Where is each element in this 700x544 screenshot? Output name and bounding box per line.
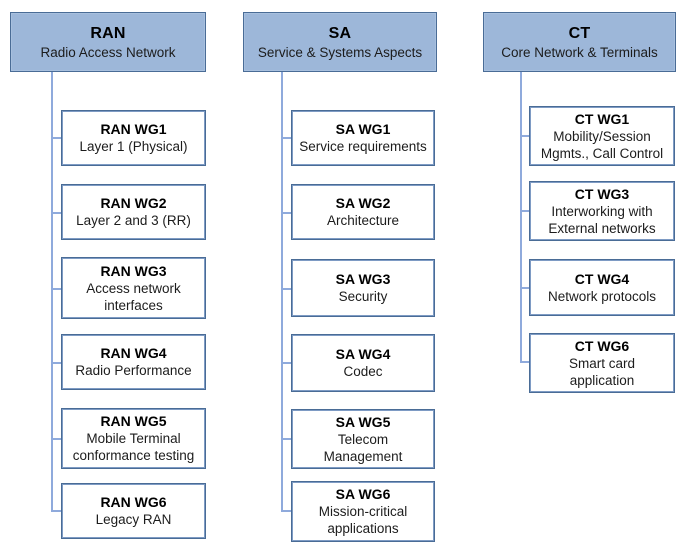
header-box-ct[interactable]: CT Core Network & Terminals	[483, 12, 676, 72]
wg-desc-sa-wg6: Mission-critical applications	[318, 504, 408, 536]
wg-box-sa-wg4[interactable]: SA WG4 Codec	[291, 334, 435, 392]
wg-box-ran-wg5[interactable]: RAN WG5 Mobile Terminal conformance test…	[61, 408, 206, 469]
wg-desc-sa-wg2: Architecture	[326, 213, 400, 228]
wg-title-ran-wg4: RAN WG4	[100, 345, 167, 361]
header-title-ran: RAN	[90, 24, 126, 42]
wg-box-ct-wg6[interactable]: CT WG6 Smart card application	[529, 333, 675, 393]
org-chart-diagram: RAN Radio Access Network RAN WG1 Layer 1…	[0, 0, 700, 544]
wg-desc-ct-wg1: Mobility/Session Mgmts., Call Control	[540, 128, 664, 161]
wg-title-ct-wg1: CT WG1	[574, 110, 630, 127]
wg-box-sa-wg5[interactable]: SA WG5 Telecom Management	[291, 409, 435, 469]
wg-desc-ran-wg4: Radio Performance	[75, 363, 192, 378]
wg-box-sa-wg2[interactable]: SA WG2 Architecture	[291, 184, 435, 240]
wg-desc-ran-wg3: Access network interfaces	[86, 280, 181, 313]
wg-title-ran-wg3: RAN WG3	[100, 262, 167, 279]
wg-desc-ran-wg2: Layer 2 and 3 (RR)	[76, 213, 191, 228]
wg-desc-sa-wg4: Codec	[343, 364, 383, 379]
wg-box-ct-wg1[interactable]: CT WG1 Mobility/Session Mgmts., Call Con…	[529, 106, 675, 166]
wg-box-ran-wg1[interactable]: RAN WG1 Layer 1 (Physical)	[61, 110, 206, 166]
wg-title-sa-wg4: SA WG4	[335, 346, 391, 362]
header-title-ct: CT	[568, 24, 591, 42]
header-subtitle-ran: Radio Access Network	[40, 44, 176, 60]
wg-box-ran-wg2[interactable]: RAN WG2 Layer 2 and 3 (RR)	[61, 184, 206, 240]
wg-title-ct-wg3: CT WG3	[574, 185, 630, 202]
wg-title-ct-wg6: CT WG6	[574, 337, 630, 354]
wg-title-sa-wg6: SA WG6	[335, 486, 391, 502]
wg-desc-ct-wg4: Network protocols	[547, 288, 657, 304]
header-subtitle-ct: Core Network & Terminals	[501, 44, 658, 60]
wg-title-ran-wg6: RAN WG6	[100, 494, 167, 510]
wg-desc-ran-wg1: Layer 1 (Physical)	[79, 139, 188, 154]
wg-desc-sa-wg3: Security	[338, 289, 388, 304]
wg-box-ct-wg3[interactable]: CT WG3 Interworking with External networ…	[529, 181, 675, 241]
wg-title-sa-wg5: SA WG5	[335, 413, 391, 430]
wg-box-ran-wg4[interactable]: RAN WG4 Radio Performance	[61, 334, 206, 390]
wg-box-sa-wg3[interactable]: SA WG3 Security	[291, 259, 435, 317]
wg-desc-ran-wg6: Legacy RAN	[95, 512, 172, 527]
header-box-sa[interactable]: SA Service & Systems Aspects	[243, 12, 437, 72]
wg-title-sa-wg1: SA WG1	[335, 121, 391, 137]
header-box-ran[interactable]: RAN Radio Access Network	[10, 12, 206, 72]
wg-desc-ran-wg5: Mobile Terminal conformance testing	[72, 431, 195, 463]
wg-title-sa-wg2: SA WG2	[335, 195, 391, 211]
wg-desc-sa-wg1: Service requirements	[299, 139, 427, 154]
wg-title-sa-wg3: SA WG3	[335, 271, 391, 287]
wg-title-ran-wg2: RAN WG2	[100, 195, 167, 211]
wg-box-ran-wg6[interactable]: RAN WG6 Legacy RAN	[61, 483, 206, 539]
wg-desc-ct-wg3: Interworking with External networks	[548, 203, 656, 236]
wg-box-sa-wg1[interactable]: SA WG1 Service requirements	[291, 110, 435, 166]
wg-box-ran-wg3[interactable]: RAN WG3 Access network interfaces	[61, 257, 206, 319]
trunk-line-ct	[520, 72, 522, 362]
wg-title-ran-wg5: RAN WG5	[100, 413, 167, 429]
header-subtitle-sa: Service & Systems Aspects	[257, 44, 423, 60]
wg-box-sa-wg6[interactable]: SA WG6 Mission-critical applications	[291, 481, 435, 542]
wg-box-ct-wg4[interactable]: CT WG4 Network protocols	[529, 259, 675, 316]
wg-desc-ct-wg6: Smart card application	[568, 355, 636, 388]
wg-desc-sa-wg5: Telecom Management	[323, 431, 403, 464]
header-title-sa: SA	[328, 24, 352, 42]
wg-title-ct-wg4: CT WG4	[574, 270, 630, 287]
wg-title-ran-wg1: RAN WG1	[100, 121, 167, 137]
